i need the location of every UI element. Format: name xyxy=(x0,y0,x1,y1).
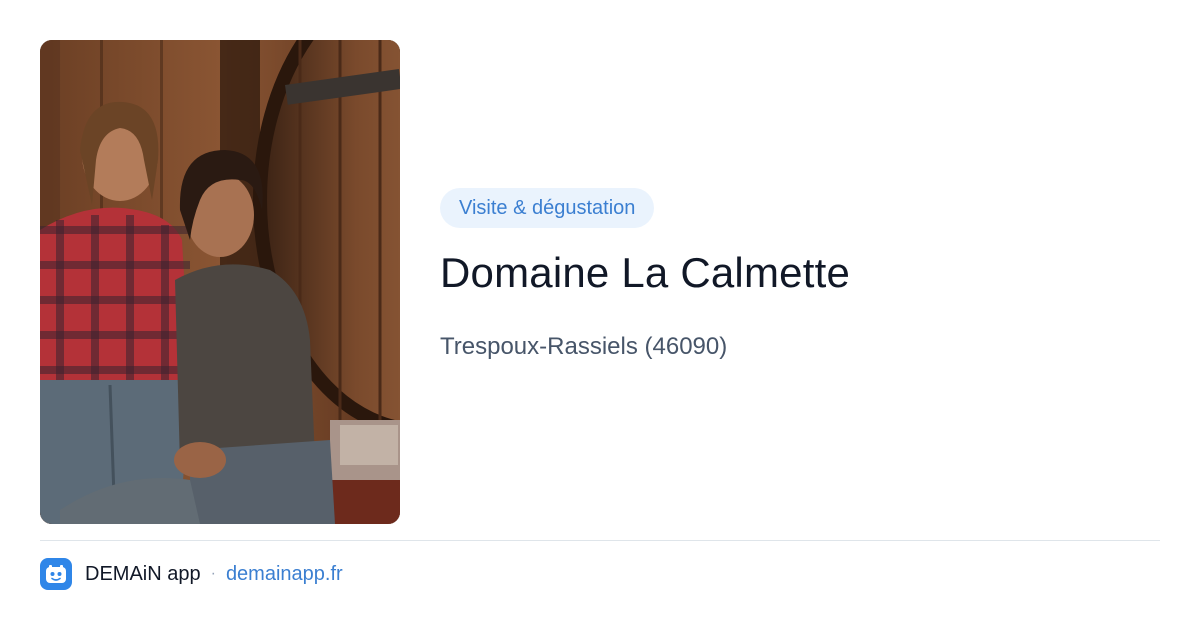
app-url-link[interactable]: demainapp.fr xyxy=(226,563,343,586)
winery-photo xyxy=(40,40,400,524)
domain-location: Trespoux-Rassiels (46090) xyxy=(440,333,728,360)
footer: DEMAiN app · demainapp.fr xyxy=(40,558,343,590)
domain-info: Visite & dégustation Domaine La Calmette… xyxy=(440,188,1160,362)
winemakers-photo xyxy=(40,40,400,524)
share-card: Visite & dégustation Domaine La Calmette… xyxy=(0,0,1200,630)
category-badge: Visite & dégustation xyxy=(440,188,655,228)
app-logo-icon xyxy=(46,565,66,583)
app-name: DEMAiN app xyxy=(85,562,201,585)
demain-app-icon xyxy=(40,558,72,590)
footer-separator: · xyxy=(210,565,216,582)
footer-divider xyxy=(40,540,1160,541)
domain-title: Domaine La Calmette xyxy=(440,249,850,296)
